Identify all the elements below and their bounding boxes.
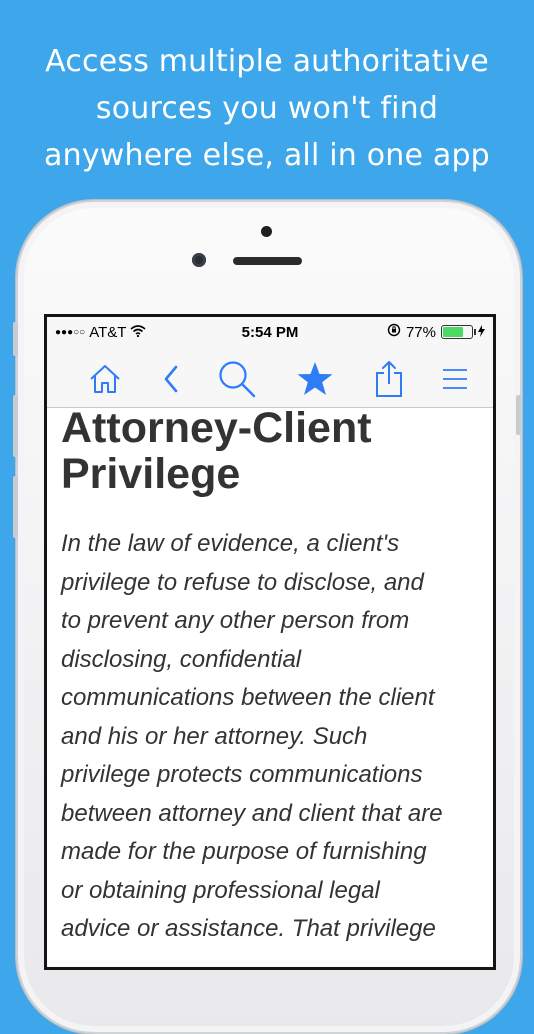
status-bar: ●●●○○ AT&T 5:54 PM 77% <box>47 317 493 349</box>
power-button <box>516 395 521 435</box>
charging-icon <box>478 324 485 341</box>
menu-icon[interactable] <box>435 359 475 399</box>
article-content: Attorney-Client Privilege In the law of … <box>61 405 481 949</box>
article-body: In the law of evidence, a client's privi… <box>61 525 481 949</box>
body-line: between attorney and client that are <box>61 799 443 827</box>
body-line: and his or her attorney. Such <box>61 722 368 750</box>
body-line: communications between the client <box>61 684 435 711</box>
body-line: to prevent any other person from <box>61 607 410 634</box>
headline-line-3: anywhere else, all in one app <box>44 138 490 173</box>
battery-level-fill <box>443 327 463 337</box>
headline-line-1: Access multiple authoritative <box>45 44 489 79</box>
share-icon[interactable] <box>369 359 409 399</box>
body-line: privilege to refuse to disclose, and <box>61 568 424 596</box>
battery-tip <box>474 329 476 335</box>
favorite-star-icon[interactable] <box>295 359 335 399</box>
battery-icon <box>441 325 476 339</box>
body-line: privilege protects communications <box>61 761 423 788</box>
battery-percent: 77% <box>405 323 436 341</box>
body-line: advice or assistance. That privilege <box>61 915 436 942</box>
home-icon[interactable] <box>85 359 125 399</box>
body-line: In the law of evidence, a client's <box>61 530 400 557</box>
earpiece-speaker <box>233 257 302 265</box>
body-line: or obtaining professional legal <box>61 876 380 904</box>
article-title-line-1: Attorney-Client <box>61 404 372 452</box>
front-camera <box>192 253 206 267</box>
volume-down-button <box>13 476 18 538</box>
article-title: Attorney-Client Privilege <box>61 405 481 497</box>
proximity-sensor <box>261 226 272 237</box>
promo-headline: Access multiple authoritative sources yo… <box>0 38 534 179</box>
body-line: disclosing, confidential <box>61 645 302 673</box>
search-icon[interactable] <box>217 359 257 399</box>
volume-up-button <box>13 395 18 457</box>
body-line: made for the purpose of furnishing <box>61 838 427 865</box>
phone-screen: ●●●○○ AT&T 5:54 PM 77% Attorney-Client P… <box>44 314 496 970</box>
headline-line-2: sources you won't find <box>95 91 439 126</box>
back-chevron-icon[interactable] <box>152 359 192 399</box>
article-title-line-2: Privilege <box>61 450 241 498</box>
rotation-lock-icon <box>387 323 401 341</box>
mute-switch <box>13 322 18 356</box>
browser-toolbar <box>47 349 493 408</box>
status-right: 77% <box>387 323 485 341</box>
